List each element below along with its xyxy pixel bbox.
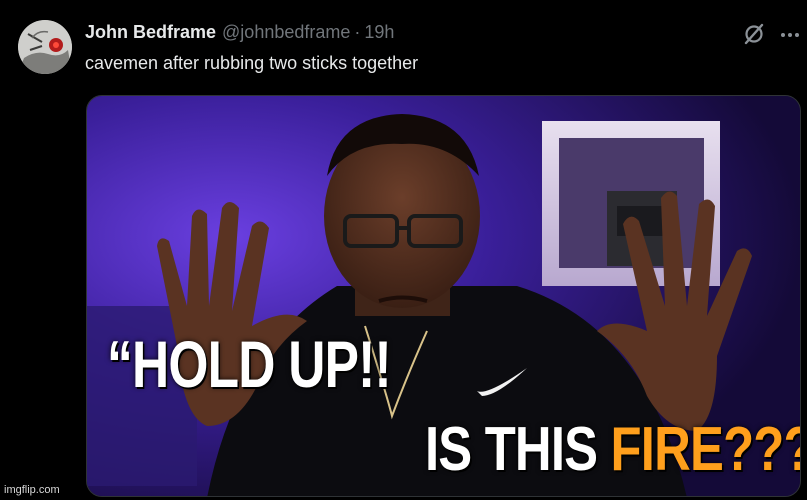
meme-caption-line-2: IS THIS FIRE???” [425,414,801,485]
more-options-icon[interactable] [779,24,801,46]
grok-icon[interactable] [742,22,766,46]
tweet-header: John Bedframe @johnbedframe · 19h [85,22,394,46]
timestamp[interactable]: 19h [364,22,394,43]
meme-caption-line-1: “HOLD UP!! [107,327,392,401]
display-name[interactable]: John Bedframe [85,22,216,43]
meme-caption-accent-text: FIRE??? [610,415,801,484]
avatar-image [18,20,72,74]
tweet-media-image[interactable]: “HOLD UP!! IS THIS FIRE???” [86,95,801,497]
header-separator: · [354,22,361,42]
tweet-card[interactable]: John Bedframe @johnbedframe · 19h caveme… [0,0,807,500]
user-handle[interactable]: @johnbedframe [222,22,350,43]
avatar[interactable] [18,20,72,74]
imgflip-watermark: imgflip.com [4,484,60,496]
meme-caption-white-text: IS THIS [425,415,611,484]
tweet-text: cavemen after rubbing two sticks togethe… [85,53,419,73]
